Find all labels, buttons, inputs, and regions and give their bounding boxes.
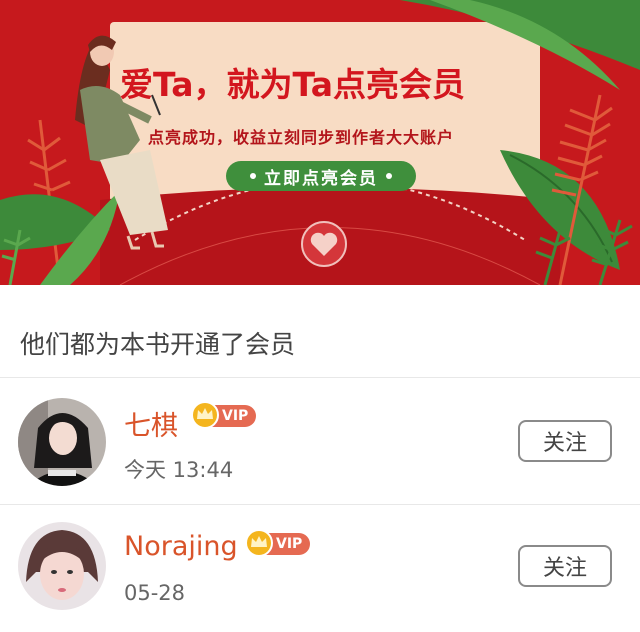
follow-button[interactable]: 关注 bbox=[518, 545, 612, 587]
member-name[interactable]: Norajing bbox=[124, 531, 238, 562]
light-up-member-label: 立即点亮会员 bbox=[264, 168, 378, 189]
vip-label: VIP bbox=[222, 408, 249, 424]
promo-banner[interactable]: 爱Ta，就为Ta点亮会员 点亮成功，收益立刻同步到作者大大账户 立即点亮会员 bbox=[0, 0, 640, 285]
member-row[interactable]: Norajing VIP 05-28 关注 bbox=[0, 505, 640, 632]
banner-title: 爱Ta，就为Ta点亮会员 bbox=[120, 65, 466, 104]
light-up-member-button[interactable]: 立即点亮会员 bbox=[226, 161, 416, 191]
avatar-image bbox=[18, 522, 106, 610]
dot-icon bbox=[386, 173, 392, 179]
crown-icon bbox=[191, 401, 219, 429]
vip-label: VIP bbox=[276, 536, 303, 552]
heart-seal-icon bbox=[301, 221, 347, 267]
member-time: 今天 13:44 bbox=[124, 458, 234, 482]
dot-icon bbox=[250, 173, 256, 179]
banner-subtitle: 点亮成功，收益立刻同步到作者大大账户 bbox=[148, 128, 455, 147]
member-row[interactable]: 七棋 VIP 今天 13:44 关注 bbox=[0, 378, 640, 505]
vip-badge: VIP bbox=[245, 529, 311, 557]
avatar[interactable] bbox=[18, 522, 106, 610]
follow-button[interactable]: 关注 bbox=[518, 420, 612, 462]
avatar-image bbox=[18, 398, 106, 486]
member-name[interactable]: 七棋 bbox=[124, 404, 178, 443]
member-time: 05-28 bbox=[124, 581, 186, 605]
crown-icon bbox=[245, 529, 273, 557]
section-title: 他们都为本书开通了会员 bbox=[20, 330, 296, 359]
section-header: 他们都为本书开通了会员 bbox=[0, 285, 640, 378]
vip-badge: VIP bbox=[191, 401, 257, 429]
avatar[interactable] bbox=[18, 398, 106, 486]
